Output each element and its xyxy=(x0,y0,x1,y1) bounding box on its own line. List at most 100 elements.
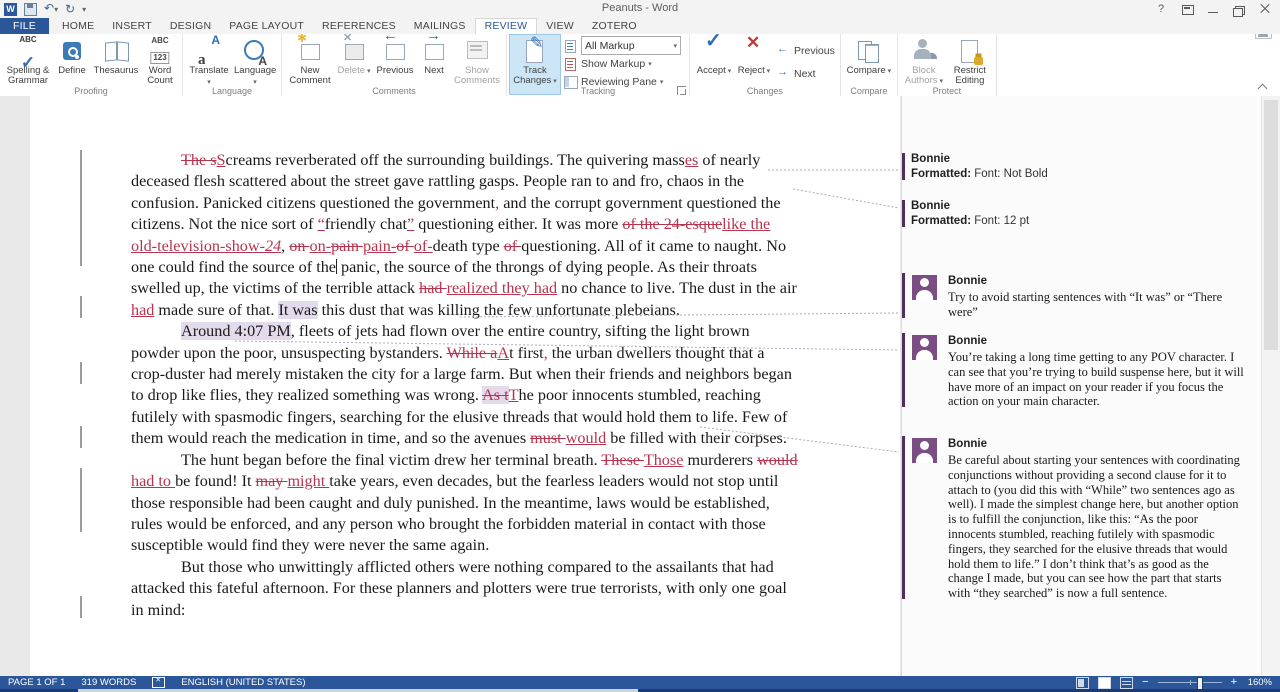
comment-text: Be careful about starting your sentences… xyxy=(948,453,1244,601)
word-window: ↶▾ ↻ ▾ Peanuts - Word ? FILEHOMEINSERTDE… xyxy=(0,0,1280,692)
compare-icon xyxy=(855,37,883,65)
read-mode-button[interactable] xyxy=(1076,677,1089,689)
text-run: murderers xyxy=(683,451,757,469)
tab-zotero[interactable]: ZOTERO xyxy=(583,18,646,34)
comment-text: You’re taking a long time getting to any… xyxy=(948,350,1244,409)
comment-card[interactable]: BonnieYou’re taking a long time getting … xyxy=(902,332,1250,409)
document-page[interactable]: The sScreams reverberated off the surrou… xyxy=(30,96,900,676)
minimize-button[interactable] xyxy=(1202,1,1224,17)
restore-button[interactable] xyxy=(1228,1,1250,17)
group-comments: New Comment Delete Previous Next Show Co… xyxy=(282,34,507,97)
change-bar xyxy=(80,468,82,532)
reject-icon xyxy=(740,37,768,65)
previous-change-button[interactable]: Previous xyxy=(777,43,835,58)
tab-design[interactable]: DESIGN xyxy=(161,18,220,34)
author-avatar-icon xyxy=(912,335,937,360)
tracking-dialog-launcher-icon[interactable] xyxy=(677,86,686,95)
ribbon: Spelling & Grammar Define Thesaurus Word… xyxy=(0,33,1280,97)
vertical-scrollbar[interactable] xyxy=(1261,96,1280,676)
proofing-status-icon[interactable] xyxy=(152,677,165,688)
show-markup-button[interactable]: Show Markup▾ xyxy=(564,56,681,71)
comment-author: Bonnie xyxy=(911,152,1250,167)
format-change-card[interactable]: BonnieFormatted: Font: Not Bold xyxy=(902,152,1250,182)
comment-card[interactable]: BonnieTry to avoid starting sentences wi… xyxy=(902,272,1250,320)
text-run: friendly chat xyxy=(325,215,407,233)
ribbon-tabs: FILEHOMEINSERTDESIGNPAGE LAYOUTREFERENCE… xyxy=(0,18,1280,34)
comment-card[interactable]: BonnieBe careful about starting your sen… xyxy=(902,435,1250,601)
document-text[interactable]: The sScreams reverberated off the surrou… xyxy=(131,150,799,621)
tracked-change-del: would xyxy=(757,451,797,469)
paragraph: The hunt began before the final victim d… xyxy=(131,450,799,557)
language-indicator[interactable]: ENGLISH (UNITED STATES) xyxy=(173,676,313,689)
tracked-change-ins: es xyxy=(685,151,698,169)
display-for-review-select[interactable]: All Markup▾ xyxy=(581,36,681,55)
zoom-level[interactable]: 160% xyxy=(1246,677,1272,688)
text-run: questioning either. It was more xyxy=(414,215,622,233)
show-comments-icon xyxy=(463,37,491,65)
paragraph: Around 4:07 PM, fleets of jets had flown… xyxy=(131,321,799,449)
group-protect: Block Authors Restrict Editing Protect xyxy=(898,34,997,97)
new-comment-icon xyxy=(296,37,324,65)
tab-review[interactable]: REVIEW xyxy=(475,18,538,34)
change-bar xyxy=(80,296,82,318)
format-change-body: Formatted: Font: 12 pt xyxy=(911,214,1250,229)
group-language: Translate Language Language xyxy=(183,34,282,97)
comment-author: Bonnie xyxy=(911,199,1250,214)
tracked-change-ins: on- xyxy=(310,237,332,255)
text-run: made sure of that. xyxy=(154,301,278,319)
next-change-icon xyxy=(777,67,790,80)
accept-icon xyxy=(700,37,728,65)
scrollbar-thumb[interactable] xyxy=(1264,100,1278,350)
comment-author: Bonnie xyxy=(948,332,1250,349)
tracked-change-ins: A xyxy=(497,344,509,362)
tab-home[interactable]: HOME xyxy=(53,18,103,34)
close-button[interactable] xyxy=(1254,1,1276,17)
zoom-slider[interactable] xyxy=(1158,682,1222,683)
help-button[interactable]: ? xyxy=(1150,1,1172,17)
show-markup-icon xyxy=(564,57,577,70)
tab-file[interactable]: FILE xyxy=(0,18,49,34)
comment-anchor-text: Around 4:07 PM xyxy=(181,322,291,340)
text-run: this dust that was killing the few unfor… xyxy=(318,301,680,319)
tab-page-layout[interactable]: PAGE LAYOUT xyxy=(220,18,313,34)
tracked-change-del: of the 24-esque xyxy=(622,215,722,233)
author-avatar-icon xyxy=(912,275,937,300)
zoom-in-button[interactable]: + xyxy=(1231,677,1237,688)
web-layout-button[interactable] xyxy=(1120,677,1133,689)
tracked-change-ins: had to xyxy=(131,472,175,490)
zoom-out-button[interactable]: − xyxy=(1142,677,1148,688)
page-indicator[interactable]: PAGE 1 OF 1 xyxy=(0,676,73,689)
text-run: be filled with their corpses. xyxy=(606,429,787,447)
next-comment-icon xyxy=(420,37,448,65)
collapse-ribbon-icon[interactable] xyxy=(1258,84,1268,94)
tab-references[interactable]: REFERENCES xyxy=(313,18,405,34)
paragraph: But those who unwittingly afflicted othe… xyxy=(131,557,799,621)
tracked-change-ins: “ xyxy=(318,215,325,233)
word-count-indicator[interactable]: 319 WORDS xyxy=(73,676,144,689)
translate-icon xyxy=(195,37,223,65)
author-avatar-icon xyxy=(912,438,937,463)
thesaurus-icon xyxy=(102,37,130,65)
tracked-change-del: may xyxy=(256,472,288,490)
text-run: creams reverberated off the surrounding … xyxy=(226,151,685,169)
format-change-card[interactable]: BonnieFormatted: Font: 12 pt xyxy=(902,199,1250,229)
tab-insert[interactable]: INSERT xyxy=(103,18,161,34)
tab-view[interactable]: VIEW xyxy=(537,18,583,34)
group-tracking: Track Changes All Markup▾ Show Markup▾ R… xyxy=(507,34,690,97)
ribbon-display-options-button[interactable] xyxy=(1176,1,1198,17)
print-layout-button[interactable] xyxy=(1098,677,1111,689)
comment-anchor-text: It was xyxy=(278,301,317,319)
tracked-change-del: on xyxy=(289,237,309,255)
group-compare: Compare Compare xyxy=(841,34,898,97)
define-icon xyxy=(58,37,86,65)
tracked-change-ins: S xyxy=(217,151,226,169)
tracked-change-ins: realized they had xyxy=(447,279,558,297)
window-title: Peanuts - Word xyxy=(0,2,1280,14)
tab-mailings[interactable]: MAILINGS xyxy=(405,18,475,34)
next-change-button[interactable]: Next xyxy=(777,66,835,81)
format-change-label: Formatted: xyxy=(911,168,974,180)
change-bar xyxy=(80,596,82,618)
previous-comment-icon xyxy=(381,37,409,65)
markup-area: BonnieFormatted: Font: Not BoldBonnieFor… xyxy=(901,96,1263,676)
change-bar xyxy=(80,150,82,266)
